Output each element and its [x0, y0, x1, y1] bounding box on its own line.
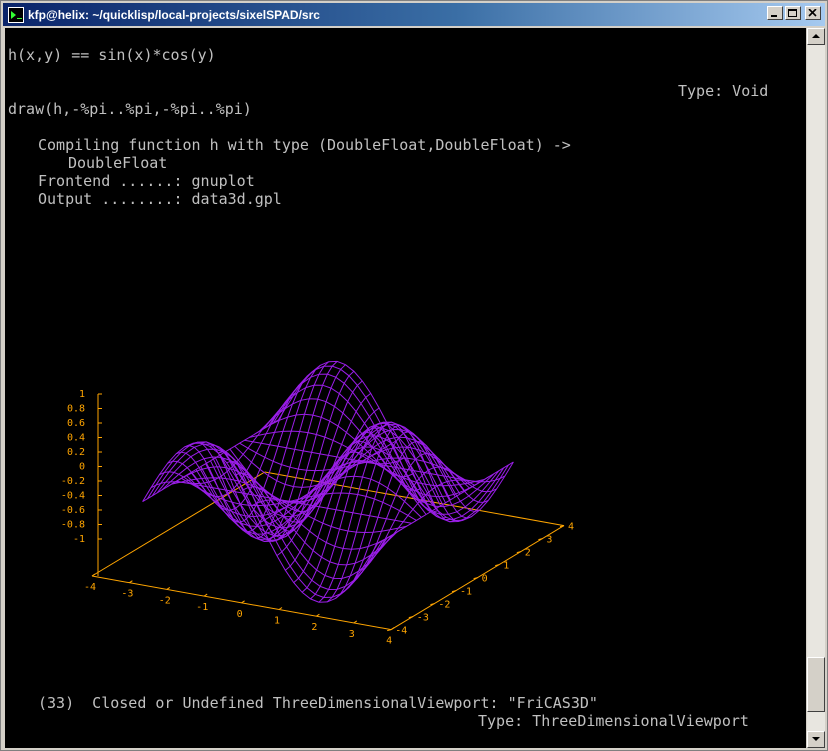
terminal-app-icon[interactable] — [8, 6, 24, 23]
z-tick-label: 1 — [79, 389, 85, 400]
arrow-down-icon — [812, 737, 820, 741]
x-tick-label: 2 — [311, 622, 317, 633]
y-tick-label: -4 — [395, 626, 407, 637]
y-tick-label: 3 — [546, 535, 552, 546]
z-tick-label: 0.6 — [67, 418, 85, 429]
z-tick-label: -0.2 — [61, 476, 85, 487]
minimize-icon — [771, 15, 777, 17]
x-tick — [203, 593, 208, 597]
z-tick-label: 0.4 — [67, 433, 85, 444]
z-tick-label: -0.6 — [61, 505, 85, 516]
x-tick — [129, 580, 133, 584]
x-tick-label: -1 — [196, 602, 208, 613]
maximize-button[interactable] — [785, 6, 801, 20]
z-tick-label: -0.4 — [61, 491, 85, 502]
y-tick — [387, 629, 392, 632]
scroll-down-button[interactable] — [807, 731, 825, 748]
surface-plot: 1 0.8 0.6 0.4 0.2 0 -0.2 -0.4 -0.6 -0.8 -1 -4 -3 -2 -1… — [61, 360, 574, 647]
title-bar[interactable]: kfp@helix: ~/quicklisp/local-projects/si… — [3, 3, 825, 26]
x-tick-label: 3 — [349, 629, 355, 640]
vertical-scrollbar[interactable] — [807, 28, 825, 748]
x-tick-label: -3 — [121, 589, 133, 600]
y-tick-label: 0 — [482, 574, 488, 585]
minimize-button[interactable] — [767, 6, 783, 20]
x-tick — [166, 586, 171, 590]
z-tick-label: -1 — [73, 534, 85, 545]
x-tick — [353, 620, 358, 624]
maximize-icon — [788, 9, 797, 17]
window-title: kfp@helix: ~/quicklisp/local-projects/si… — [28, 7, 320, 22]
terminal-output[interactable]: h(x,y) == sin(x)*cos(y) Type: Void draw(… — [5, 28, 806, 748]
x-tick — [278, 607, 283, 610]
x-tick — [241, 600, 245, 604]
z-tick-label: -0.8 — [61, 520, 85, 531]
close-icon — [808, 9, 817, 17]
surface-mesh-line — [147, 441, 383, 599]
close-button[interactable] — [805, 6, 821, 20]
x-tick-label: 4 — [386, 636, 392, 647]
scroll-thumb[interactable] — [807, 657, 825, 712]
arrow-up-icon — [812, 34, 820, 38]
surface-mesh-line — [273, 365, 509, 523]
y-tick-label: -2 — [438, 600, 450, 611]
z-tick-label: 0.8 — [67, 404, 85, 415]
y-tick-label: -3 — [417, 613, 429, 624]
terminal-window: kfp@helix: ~/quicklisp/local-projects/si… — [0, 0, 828, 751]
y-tick-label: 2 — [525, 548, 531, 559]
x-tick — [316, 613, 320, 617]
x-tick-label: 0 — [237, 609, 243, 620]
y-tick-label: -1 — [460, 587, 472, 598]
x-tick-label: 1 — [274, 616, 280, 627]
x-tick-label: -4 — [84, 582, 96, 593]
z-tick-label: 0.2 — [67, 447, 85, 458]
scroll-up-button[interactable] — [807, 28, 825, 45]
x-tick-label: -2 — [159, 595, 171, 606]
y-tick-label: 1 — [503, 561, 509, 572]
y-tick-label: 4 — [568, 522, 574, 533]
z-tick-label: 0 — [79, 462, 85, 473]
